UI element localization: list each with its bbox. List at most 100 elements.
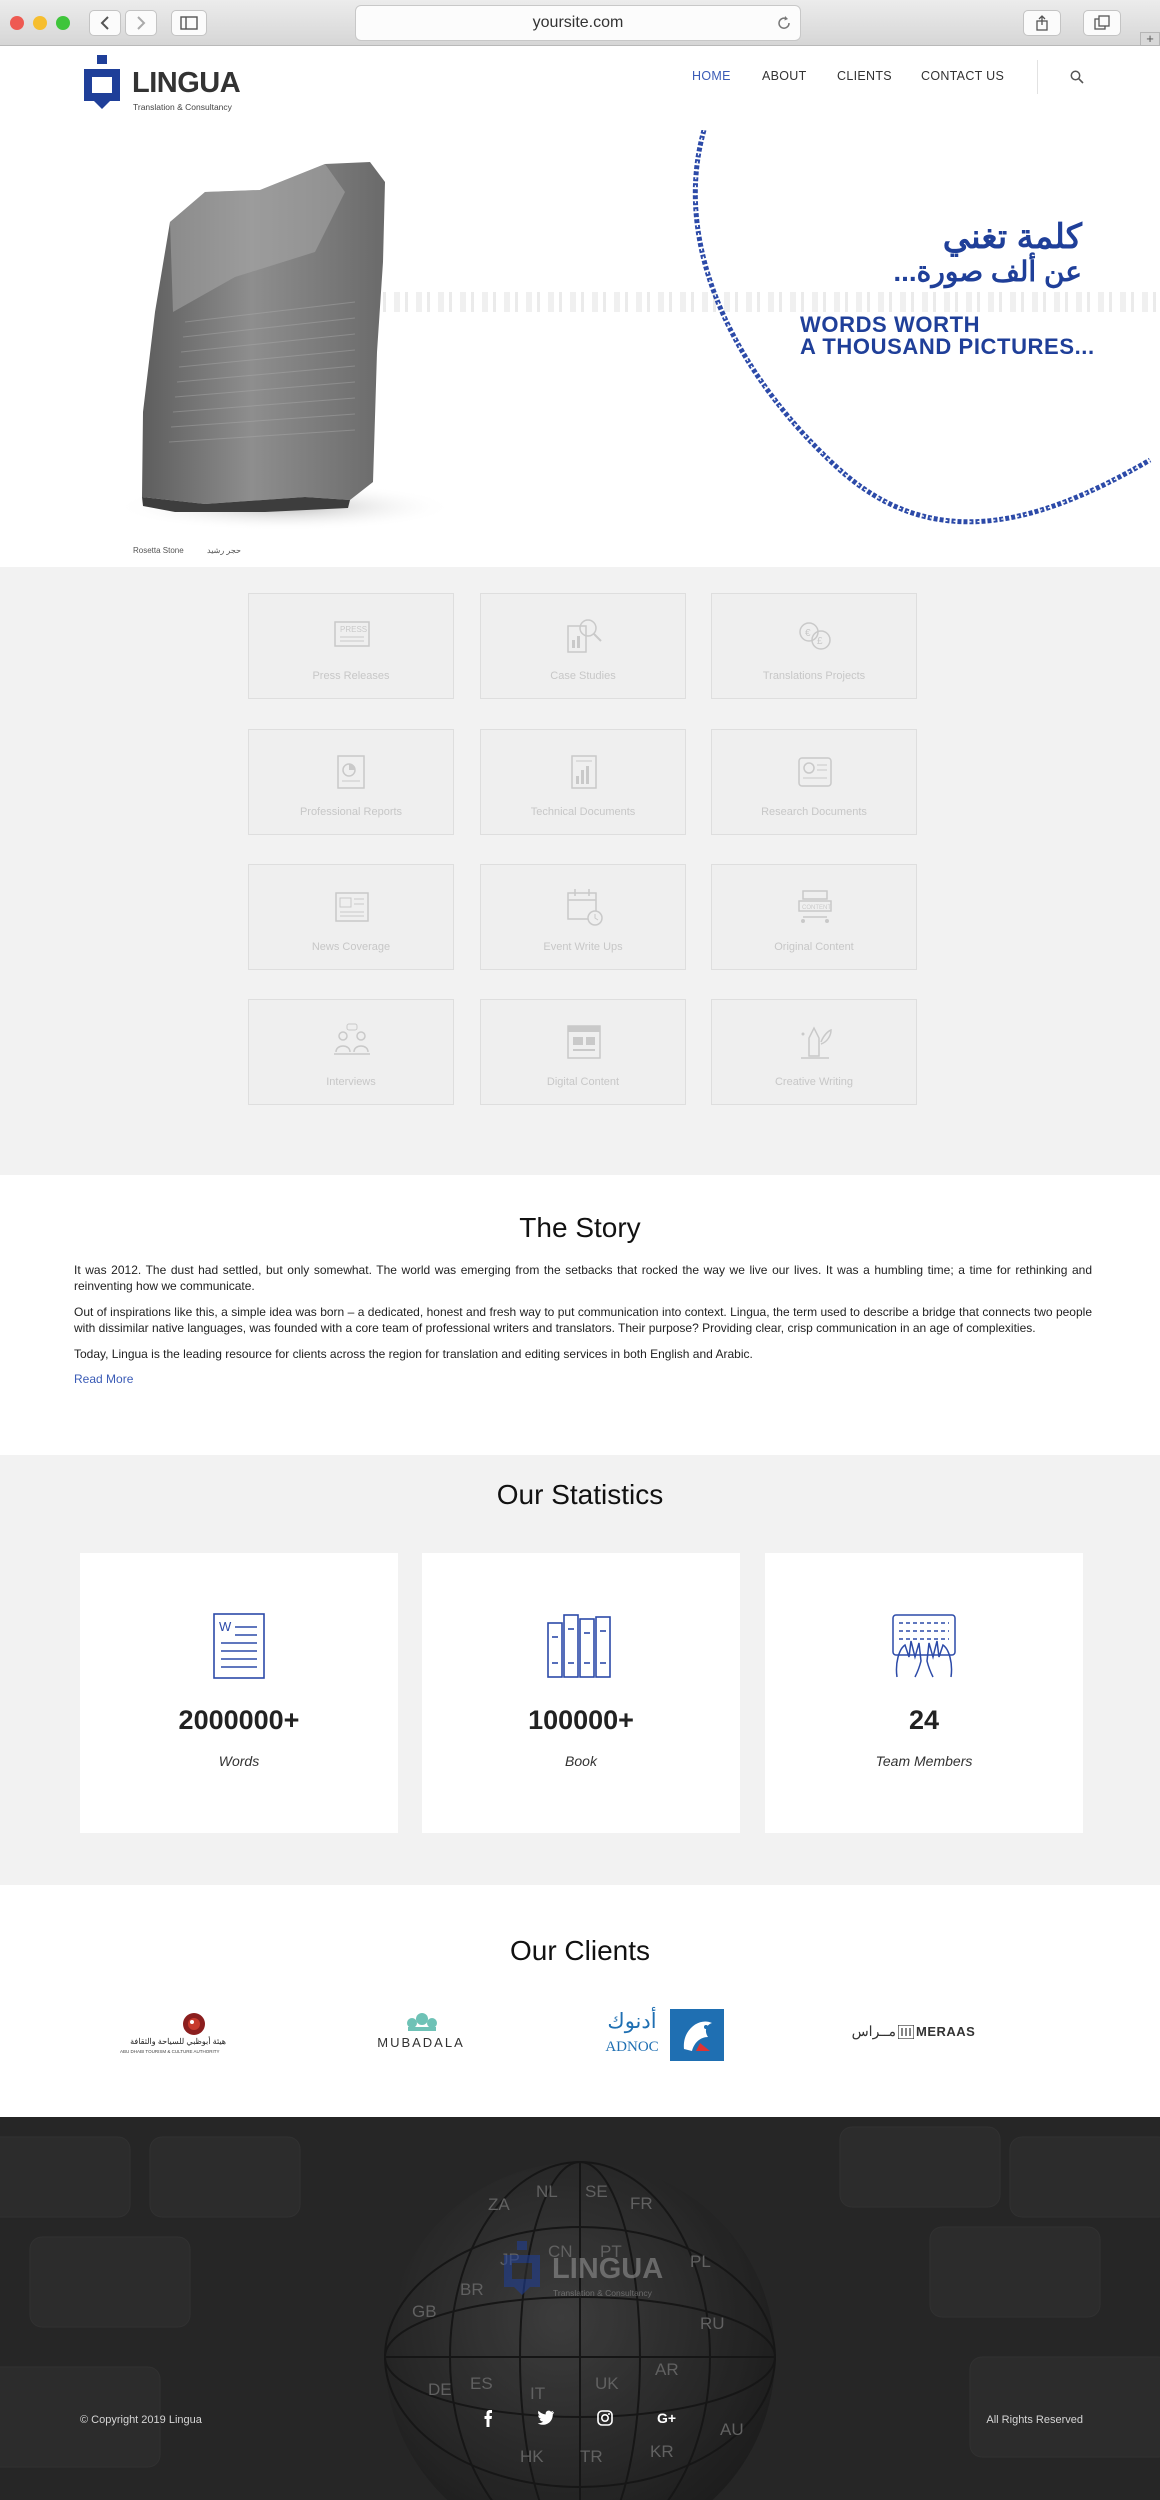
newspaper-icon	[335, 892, 369, 922]
svg-text:PRESS: PRESS	[340, 625, 367, 634]
service-card[interactable]: PRESS Press Releases	[248, 593, 454, 699]
stat-number-words: 2000000+	[178, 1705, 300, 1735]
tabs-button[interactable]	[1083, 10, 1121, 36]
footer-rights: All Rights Reserved	[986, 2414, 1083, 2426]
stat-card-books: 100000+ Book	[422, 1553, 740, 1833]
sidebar-toggle-button[interactable]	[171, 10, 207, 36]
statistics-title: Our Statistics	[496, 1479, 664, 1510]
service-card[interactable]: CONTENT Original Content	[711, 864, 917, 970]
stat-label-team: Team Members	[875, 1753, 973, 1769]
address-bar[interactable]: yoursite.com	[355, 5, 801, 41]
services-section: PRESS Press Releases Case Studies € £ Transla…	[0, 567, 1160, 1175]
client-ar-text: مــراس	[851, 2023, 896, 2039]
clients-title: Our Clients	[509, 1935, 651, 1966]
books-icon	[547, 1614, 611, 1678]
twitter-icon[interactable]	[537, 2410, 555, 2425]
hero-banner: Rosetta Stone حجر رشيد كلمة تغني عن ألف …	[0, 130, 1160, 567]
site-logo[interactable]: LINGUA Translation & Consultancy	[80, 55, 250, 112]
instagram-icon[interactable]	[597, 2410, 613, 2426]
service-card-label: Research Documents	[761, 806, 867, 818]
interview-icon	[334, 1023, 370, 1055]
client-ar-text: هيئة أبوظبي للسياحة والثقافة	[130, 2037, 226, 2046]
statistics-section: Our Statistics W 2000000+ Words 100000+ …	[0, 1455, 1160, 1885]
client-en-text: MERAAS	[916, 2024, 976, 2039]
service-card[interactable]: Event Write Ups	[480, 864, 686, 970]
meraas-emblem-icon	[898, 2025, 914, 2039]
share-button[interactable]	[1023, 10, 1061, 36]
calendar-icon	[567, 889, 603, 926]
sidebar-icon	[180, 16, 198, 30]
stone-caption-ar: حجر رشيد	[207, 546, 241, 555]
service-card[interactable]: News Coverage	[248, 864, 454, 970]
forward-button[interactable]	[125, 10, 157, 36]
stat-number-team: 24	[908, 1705, 940, 1735]
google-plus-icon[interactable]: G+	[657, 2410, 679, 2426]
minimize-window-button[interactable]	[33, 16, 47, 30]
reload-icon[interactable]	[777, 16, 792, 31]
hero-arabic-line-2: عن ألف صورة...	[893, 256, 1082, 287]
service-card-label: Event Write Ups	[543, 941, 623, 953]
service-card-label: Creative Writing	[774, 1076, 854, 1088]
svg-text:€: €	[805, 628, 811, 639]
client-logo-mubadala[interactable]: MUBADALA	[366, 2011, 476, 2057]
maximize-window-button[interactable]	[56, 16, 70, 30]
adnoc-falcon-icon	[670, 2009, 724, 2061]
client-logo-abu-dhabi-tourism[interactable]: هيئة أبوظبي للسياحة والثقافة ABU DHABI T…	[120, 2009, 230, 2059]
service-card[interactable]: € £ Translations Projects	[711, 593, 917, 699]
keyboard-globe-background: ZANLSEFRJPCNPTBRGBDEESITUKARPLRUAUKRTRHK	[0, 2117, 1160, 2500]
search-icon[interactable]	[1070, 70, 1084, 84]
service-card[interactable]: Creative Writing	[711, 999, 917, 1105]
service-card-label: Professional Reports	[299, 806, 403, 818]
logo-name: LINGUA	[132, 67, 241, 99]
client-en-text: ABU DHABI TOURISM & CULTURE AUTHORITY	[120, 2049, 220, 2054]
browser-toolbar: yoursite.com +	[0, 0, 1160, 46]
report-icon	[337, 755, 365, 789]
logo-tagline: Translation & Consultancy	[133, 102, 232, 112]
client-logo-adnoc[interactable]: أدنوك ADNOC	[598, 2009, 728, 2063]
service-card-label: News Coverage	[311, 941, 391, 953]
footer-logo-name: LINGUA	[552, 2253, 664, 2285]
client-logo-meraas[interactable]: مــراس MERAAS	[838, 2021, 978, 2045]
svg-text:£: £	[817, 636, 823, 647]
service-card[interactable]: Digital Content	[480, 999, 686, 1105]
nav-clients[interactable]: CLIENTS	[837, 69, 892, 83]
chevron-left-icon	[100, 16, 109, 30]
tabs-icon	[1094, 15, 1110, 30]
footer-logo[interactable]: LINGUA Translation & Consultancy	[500, 2241, 680, 2298]
technical-document-icon	[571, 755, 597, 789]
new-tab-button[interactable]: +	[1140, 32, 1160, 46]
story-section: The Story It was 2012. The dust had sett…	[0, 1175, 1160, 1455]
footer-logo-tagline: Translation & Consultancy	[553, 2288, 652, 2298]
story-paragraph-2: Out of inspirations like this, a simple …	[74, 1305, 1092, 1335]
close-window-button[interactable]	[10, 16, 24, 30]
url-text: yoursite.com	[532, 14, 624, 31]
client-ar-text: أدنوك	[607, 2010, 657, 2033]
nav-about[interactable]: ABOUT	[762, 69, 807, 83]
nav-home[interactable]: HOME	[692, 69, 731, 83]
facebook-icon[interactable]	[482, 2408, 494, 2428]
stat-card-words: W 2000000+ Words	[80, 1553, 398, 1833]
lingua-logo-icon	[504, 2241, 540, 2295]
svg-text:W: W	[219, 1619, 232, 1634]
service-card[interactable]: Case Studies	[480, 593, 686, 699]
stat-label-words: Words	[218, 1753, 260, 1769]
service-card[interactable]: Professional Reports	[248, 729, 454, 835]
service-card[interactable]: Research Documents	[711, 729, 917, 835]
typing-hands-icon	[892, 1614, 956, 1678]
footer-copyright: © Copyright 2019 Lingua	[80, 2414, 202, 2426]
client-en-text: ADNOC	[605, 2039, 659, 2055]
service-card-label: Digital Content	[546, 1076, 620, 1088]
hero-arabic-line-1: كلمة تغني	[942, 218, 1082, 256]
service-card-label: Original Content	[774, 941, 854, 953]
svg-text:G+: G+	[657, 2410, 676, 2426]
story-title: The Story	[519, 1212, 641, 1243]
story-paragraph-3: Today, Lingua is the leading resource fo…	[74, 1347, 753, 1361]
rosetta-stone-image	[115, 162, 455, 531]
nav-contact-us[interactable]: CONTACT US	[921, 69, 1004, 83]
chevron-right-icon	[137, 16, 146, 30]
back-button[interactable]	[89, 10, 121, 36]
read-more-link[interactable]: Read More	[74, 1372, 133, 1386]
service-card[interactable]: Technical Documents	[480, 729, 686, 835]
service-card[interactable]: Interviews	[248, 999, 454, 1105]
clients-section: Our Clients هيئة أبوظبي للسياحة والثقافة…	[0, 1885, 1160, 2117]
